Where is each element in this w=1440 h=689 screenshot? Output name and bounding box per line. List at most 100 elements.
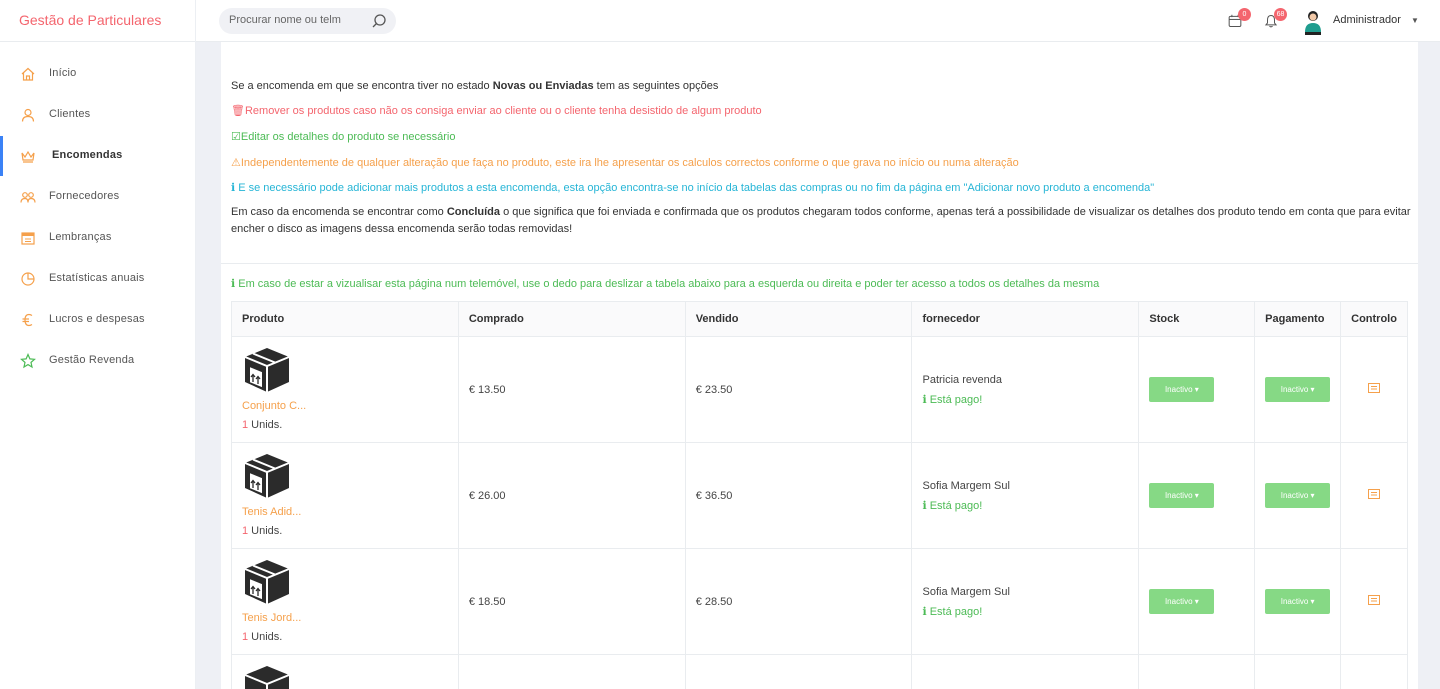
col-vendido: Vendido [684, 301, 913, 337]
col-pagamento: Pagamento [1254, 301, 1342, 337]
search-box[interactable] [219, 8, 396, 34]
stock-cell: Inactivo ▾ [1138, 548, 1256, 655]
table-row: Conjunto C... 1 Unids. € 13.50 € 23.50 P… [231, 336, 1408, 443]
paid-status: ℹ Está pago! [922, 605, 983, 618]
table-row: Tenis Jord... 1 Unids. € 18.50 € 28.50 S… [231, 548, 1408, 655]
sidebar-item-label: Gestão Revenda [49, 354, 135, 366]
bought-price: € 13.50 [457, 336, 686, 443]
bought-price: € 18.50 [457, 548, 686, 655]
box-icon[interactable] [242, 664, 292, 689]
payment-cell: Inactivo ▾ [1254, 442, 1342, 549]
product-name-link[interactable]: Tenis Jord... [242, 612, 448, 624]
stock-status-dropdown[interactable]: Inactivo ▾ [1149, 483, 1215, 508]
sidebar-item-encomendas[interactable]: Encomendas [0, 136, 196, 176]
product-cell: Conjunto C... 1 Unids. [231, 336, 459, 443]
top-bar: Gestão de Particulares 0 68 Administrado… [0, 0, 1440, 42]
products-table: Produto Comprado Vendido fornecedor Stoc… [231, 301, 1408, 689]
calendar-icon [21, 232, 35, 245]
sidebar-item-fornecedores[interactable]: Fornecedores [0, 177, 196, 217]
sidebar-item-label: Clientes [49, 108, 91, 120]
stock-cell: Inactivo ▾ [1138, 336, 1256, 443]
box-icon[interactable] [242, 452, 292, 500]
warning-info: ⚠Independentemente de qualquer alteração… [231, 157, 1019, 169]
sidebar-item-label: Lembranças [49, 231, 112, 243]
sidebar-item-lucros[interactable]: Lucros e despesas [0, 300, 196, 340]
concluded-info: Em caso da encomenda se encontrar como C… [231, 206, 1411, 235]
sold-price: € 28.50 [684, 548, 913, 655]
calendar-button[interactable]: 0 [1228, 8, 1251, 30]
payment-cell: Inactivo ▾ [1254, 548, 1342, 655]
supplier-cell [911, 654, 1140, 689]
search-icon[interactable] [371, 13, 387, 29]
user-icon [21, 108, 35, 122]
star-icon [20, 353, 36, 369]
table-header-row: Produto Comprado Vendido fornecedor Stoc… [231, 301, 1408, 337]
main-card: Se a encomenda em que se encontra tiver … [221, 42, 1418, 689]
edit-info: ☑Editar os detalhes do produto se necess… [231, 131, 456, 143]
supplier-name: Sofia Margem Sul [922, 479, 1010, 492]
calendar-badge: 0 [1238, 8, 1251, 21]
control-cell [1340, 442, 1408, 549]
users-icon [20, 192, 36, 203]
notifications-badge: 68 [1274, 8, 1287, 21]
bought-price [457, 654, 686, 689]
sidebar-item-clientes[interactable]: Clientes [0, 95, 196, 135]
product-name-link[interactable]: Tenis Adid... [242, 506, 448, 518]
product-cell: Tenis Adid... 1 Unids. [231, 442, 459, 549]
user-name[interactable]: Administrador [1333, 14, 1401, 26]
supplier-cell: Sofia Margem Sul ℹ Está pago! [911, 442, 1140, 549]
sidebar-item-label: Fornecedores [49, 190, 120, 202]
sold-price [684, 654, 913, 689]
paid-status: ℹ Está pago! [922, 393, 983, 406]
crown-icon [21, 150, 35, 163]
app-brand[interactable]: Gestão de Particulares [0, 0, 196, 42]
control-cell [1340, 654, 1408, 689]
intro-text: Se a encomenda em que se encontra tiver … [231, 80, 719, 92]
supplier-name: Sofia Margem Sul [922, 585, 1010, 598]
payment-status-dropdown[interactable]: Inactivo ▾ [1265, 377, 1331, 402]
product-name-link[interactable]: Conjunto C... [242, 400, 448, 412]
payment-status-dropdown[interactable]: Inactivo ▾ [1265, 483, 1331, 508]
details-icon[interactable] [1368, 489, 1381, 499]
control-cell [1340, 336, 1408, 443]
box-icon[interactable] [242, 558, 292, 606]
home-icon [21, 67, 35, 81]
col-produto: Produto [231, 301, 459, 337]
sidebar-item-label: Início [49, 67, 77, 79]
sold-price: € 23.50 [684, 336, 913, 443]
supplier-cell: Patricia revenda ℹ Está pago! [911, 336, 1140, 443]
details-icon[interactable] [1368, 383, 1381, 393]
product-quantity: 1 Unids. [242, 631, 283, 643]
search-input[interactable] [229, 14, 369, 26]
remove-info: 🗑Remover os produtos caso não os consiga… [231, 105, 762, 117]
control-cell [1340, 548, 1408, 655]
mobile-note: ℹ Em caso de estar a vizualisar esta pág… [231, 278, 1100, 290]
divider [221, 263, 1418, 264]
sidebar-item-label: Encomendas [52, 149, 123, 161]
bought-price: € 26.00 [457, 442, 686, 549]
chevron-down-icon[interactable]: ▼ [1411, 16, 1419, 25]
euro-icon [22, 313, 33, 327]
sidebar-item-inicio[interactable]: Início [0, 54, 196, 94]
sidebar-item-estatisticas[interactable]: Estatísticas anuais [0, 259, 196, 299]
details-icon[interactable] [1368, 595, 1381, 605]
sidebar-item-gestao-revenda[interactable]: Gestão Revenda [0, 341, 196, 381]
col-stock: Stock [1138, 301, 1256, 337]
product-quantity: 1 Unids. [242, 419, 283, 431]
table-row [231, 654, 1408, 689]
col-controlo: Controlo [1340, 301, 1408, 337]
sidebar-item-lembrancas[interactable]: Lembranças [0, 218, 196, 258]
sidebar: Início Clientes Encomendas Fornecedores … [0, 42, 196, 689]
notifications-button[interactable]: 68 [1264, 8, 1287, 30]
table-row: Tenis Adid... 1 Unids. € 26.00 € 36.50 S… [231, 442, 1408, 549]
stock-cell [1138, 654, 1256, 689]
stock-status-dropdown[interactable]: Inactivo ▾ [1149, 589, 1215, 614]
sold-price: € 36.50 [684, 442, 913, 549]
avatar[interactable] [1302, 8, 1324, 36]
stock-status-dropdown[interactable]: Inactivo ▾ [1149, 377, 1215, 402]
box-icon[interactable] [242, 346, 292, 394]
add-info: ℹ E se necessário pode adicionar mais pr… [231, 182, 1155, 194]
payment-status-dropdown[interactable]: Inactivo ▾ [1265, 589, 1331, 614]
pie-chart-icon [21, 272, 35, 286]
product-cell [231, 654, 459, 689]
